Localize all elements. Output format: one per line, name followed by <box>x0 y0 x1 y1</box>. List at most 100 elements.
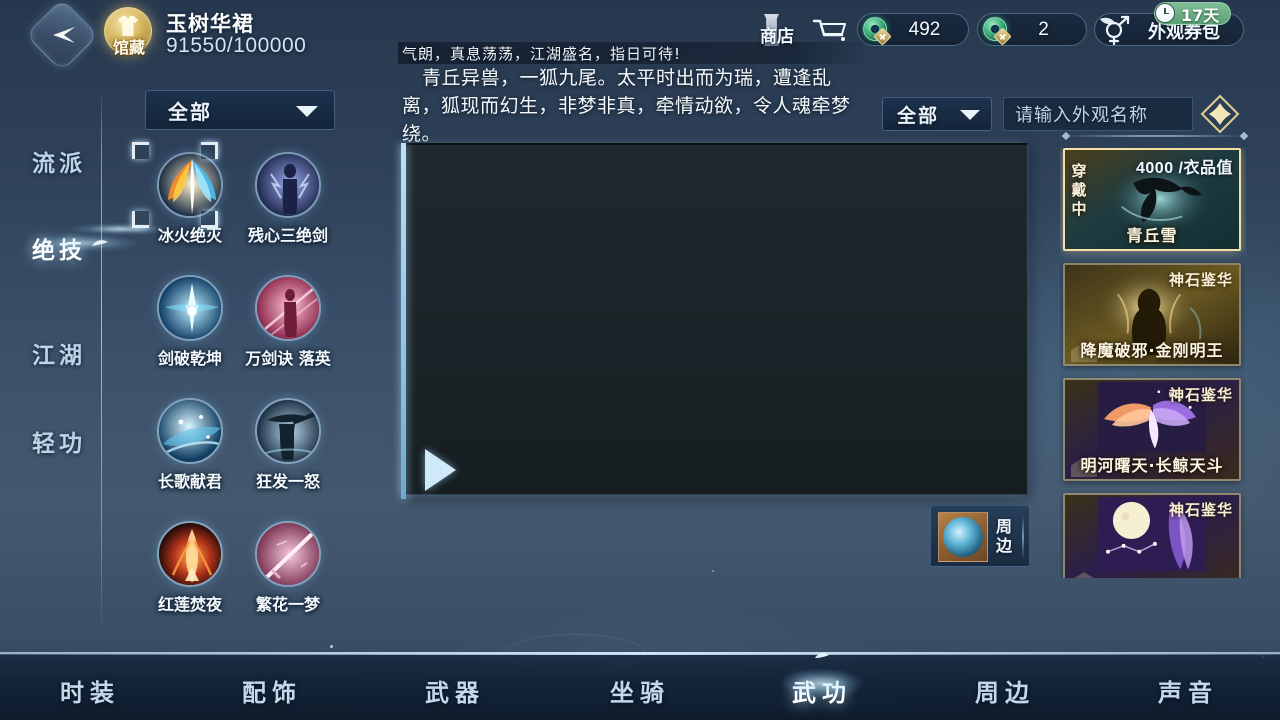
sidebar-tab-label: 江湖 <box>32 343 86 369</box>
active-nav-marker-icon <box>815 653 829 658</box>
collection-label: 馆藏 <box>112 38 145 57</box>
peripheral-card[interactable]: 周边 <box>930 505 1030 567</box>
player-progress: 91550/100000 <box>166 34 307 57</box>
sidebar-item-qinggong[interactable]: 轻功 <box>0 424 118 458</box>
bottom-navigation: 时装 配饰 武器 坐骑 武功 周边 声音 <box>0 645 1280 720</box>
appearance-price: 4000 /衣品值 <box>1136 160 1233 177</box>
currency-value-1: 492 <box>908 18 941 40</box>
chevron-down-icon <box>296 106 318 117</box>
clock-icon <box>1155 3 1175 23</box>
skill-item-1[interactable]: 残心三绝剑 <box>240 152 336 246</box>
skill-item-2[interactable]: 剑破乾坤 <box>142 275 238 369</box>
bottom-nav-label: 配饰 <box>242 679 302 707</box>
skill-item-7[interactable]: 繁花一梦 <box>240 521 336 615</box>
sidebar-item-jianghu[interactable]: 江湖 <box>0 336 118 370</box>
detail-description: 青丘异兽，一狐九尾。太平时出而为瑞，遭逢乱离，狐现而幻生，非梦非真，牵情动欲，令… <box>402 67 851 145</box>
currency-value-2: 2 <box>1038 18 1049 40</box>
peripheral-thumb-icon <box>938 512 988 562</box>
diamond-search-icon[interactable] <box>1200 94 1240 134</box>
active-tab-marker-icon <box>92 240 108 246</box>
bottom-nav-wugong[interactable]: 武功 <box>742 645 902 708</box>
skill-name: 长歌献君 <box>157 472 222 491</box>
sidebar-tabs: 流派 绝技 江湖 轻功 <box>0 86 142 646</box>
pack-days-text: 17天 <box>1181 5 1220 25</box>
sidebar-tab-label: 轻功 <box>32 431 86 457</box>
sidebar-item-juejiselected[interactable]: 绝技 <box>0 217 142 269</box>
appearance-tag: 神石鉴华 <box>1168 271 1233 289</box>
skill-art-kuangfa <box>257 400 319 462</box>
sidebar-tab-label: 绝技 <box>32 238 86 264</box>
bottom-nav-zuoqi[interactable]: 坐骑 <box>575 673 705 708</box>
jade-coin-icon <box>861 16 892 46</box>
peripheral-label: 周边 <box>996 517 1013 555</box>
appearance-item-list[interactable]: 4000 /衣品值 穿戴中 青丘雪 神石鉴华 降魔破邪·金刚明王 神石鉴华 明河… <box>1060 148 1246 578</box>
skill-art-wanjian <box>257 277 319 339</box>
skill-filter-label: 全部 <box>168 99 212 124</box>
top-bar: 馆藏 玉树华裙 91550/100000 商店 492 2 外观券包 17天 <box>0 0 1280 72</box>
skill-art-canxin <box>257 154 319 216</box>
appearance-tag: 神石鉴华 <box>1168 501 1233 519</box>
skill-orb <box>255 275 321 341</box>
bottom-nav-label: 时装 <box>60 679 120 707</box>
appearance-card-2[interactable]: 神石鉴华 明河曙天·长鲸天斗 <box>1063 378 1241 481</box>
gender-pair-icon <box>1100 15 1130 46</box>
appearance-card-3[interactable]: 神石鉴华 <box>1063 493 1241 578</box>
appearance-filter-label: 全部 <box>897 104 940 127</box>
skill-name: 繁花一梦 <box>255 595 320 614</box>
skill-orb <box>157 152 223 218</box>
skill-grid-panel: 全部 冰火绝灭 残心三绝剑 剑破乾坤 万剑诀 落英 长歌献君 狂发一怒 红莲焚夜… <box>132 90 360 630</box>
back-arrow-icon <box>53 27 75 43</box>
skill-art-changge <box>159 400 221 462</box>
appearance-name: 青丘雪 <box>1126 226 1178 245</box>
skill-art-fanhua <box>257 523 319 585</box>
skill-art-ice-fire <box>159 154 221 216</box>
skill-item-6[interactable]: 红莲焚夜 <box>142 521 238 615</box>
right-panel-divider <box>1065 135 1245 137</box>
skill-item-3[interactable]: 万剑诀 落英 <box>240 275 336 369</box>
sidebar-item-liupai[interactable]: 流派 <box>0 144 118 178</box>
skill-item-5[interactable]: 狂发一怒 <box>240 398 336 492</box>
play-triangle-icon[interactable] <box>425 449 456 491</box>
bottom-nav-label: 声音 <box>1158 679 1218 707</box>
bottom-nav-zhoubian[interactable]: 周边 <box>940 673 1070 708</box>
skill-name: 冰火绝灭 <box>157 226 222 245</box>
skill-orb <box>157 521 223 587</box>
skill-art-honglian <box>159 523 221 585</box>
appearance-name: 明河曙天·长鲸天斗 <box>1080 456 1224 475</box>
bottom-nav-label: 坐骑 <box>610 679 670 707</box>
shopping-cart-icon[interactable] <box>812 18 848 44</box>
skill-name: 红莲焚夜 <box>157 595 222 614</box>
skill-filter-dropdown[interactable]: 全部 <box>145 90 335 130</box>
skill-name: 狂发一怒 <box>255 472 320 491</box>
bottom-nav-peishi[interactable]: 配饰 <box>207 673 337 708</box>
bottom-nav-label: 周边 <box>975 679 1035 707</box>
ambient-spark <box>330 645 333 648</box>
skill-name: 万剑诀 落英 <box>245 349 331 368</box>
skill-orb <box>255 521 321 587</box>
collection-badge[interactable]: 馆藏 <box>101 7 157 57</box>
skill-item-4[interactable]: 长歌献君 <box>142 398 238 492</box>
bottom-nav-label: 武功 <box>792 679 852 707</box>
skill-item-0[interactable]: 冰火绝灭 <box>132 142 238 246</box>
skill-name: 剑破乾坤 <box>157 349 222 368</box>
appearance-card-1[interactable]: 神石鉴华 降魔破邪·金刚明王 <box>1063 263 1241 366</box>
skill-name: 残心三绝剑 <box>247 226 328 245</box>
worn-status-badge: 穿戴中 <box>1071 162 1087 218</box>
bottom-nav-shengyin[interactable]: 声音 <box>1123 673 1253 708</box>
appearance-filter-dropdown[interactable]: 全部 <box>882 97 992 131</box>
currency-pill-1[interactable]: 492 <box>857 13 969 46</box>
appearance-tag: 神石鉴华 <box>1168 386 1233 404</box>
peripheral-divider <box>1022 515 1024 559</box>
skill-orb <box>157 275 223 341</box>
search-placeholder: 请输入外观名称 <box>1015 105 1148 126</box>
appearance-search-input[interactable]: 请输入外观名称 <box>1003 97 1193 131</box>
appearance-card-0[interactable]: 4000 /衣品值 穿戴中 青丘雪 <box>1063 148 1241 251</box>
skill-orb <box>157 398 223 464</box>
appearance-name: 降魔破邪·金刚明王 <box>1080 341 1224 360</box>
currency-pill-2[interactable]: 2 <box>977 13 1087 46</box>
bottom-nav-label: 武器 <box>425 679 485 707</box>
video-preview-player[interactable] <box>401 143 1028 499</box>
bottom-nav-shizhuang[interactable]: 时装 <box>25 673 155 708</box>
bottom-nav-wuqi[interactable]: 武器 <box>390 673 520 708</box>
skill-orb <box>255 152 321 218</box>
